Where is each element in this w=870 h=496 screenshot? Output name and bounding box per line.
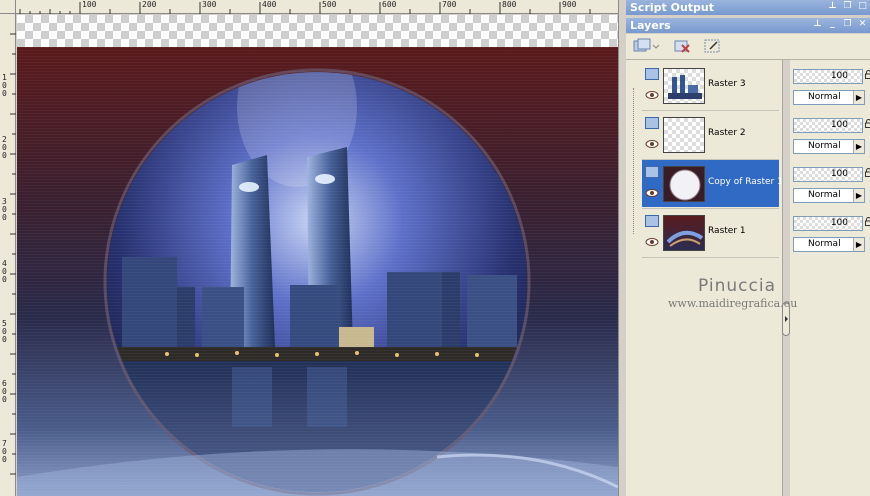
texture-overlay	[17, 47, 618, 496]
layer-name: Raster 2	[708, 128, 746, 138]
ruler-label: 300	[202, 0, 217, 9]
layers-titlebar[interactable]: Layers ⊥ _ ❐ ✕	[626, 18, 870, 33]
maximize-icon[interactable]: □	[857, 1, 868, 12]
watermark-author: Pinuccia	[698, 276, 776, 296]
blend-mode-select[interactable]: Normal ▶	[793, 139, 865, 154]
layer-name: Raster 3	[708, 79, 746, 89]
pin-icon[interactable]: ⊥	[812, 19, 823, 30]
layer-row-raster-3[interactable]: Raster 3	[642, 62, 779, 109]
restore-icon[interactable]: ❐	[842, 19, 853, 30]
layer-props-raster-1: 100 Normal ▶	[793, 209, 870, 256]
layer-type-icon	[645, 166, 659, 178]
ruler-label: 1 0 0	[2, 73, 7, 98]
layer-name: Copy of Raster 1	[708, 177, 783, 187]
ruler-label: 100	[82, 0, 97, 9]
layer-row-raster-2[interactable]: Raster 2	[642, 111, 779, 158]
artwork	[17, 47, 618, 496]
divider	[642, 257, 779, 258]
opacity-slider[interactable]: 100	[793, 167, 863, 182]
script-output-title: Script Output	[630, 1, 715, 14]
ruler-label: 6 0 0	[2, 379, 7, 404]
pin-icon[interactable]: ⊥	[827, 1, 838, 12]
layer-name: Raster 1	[708, 226, 746, 236]
paint-shop-pro-window: 100 200 300 400 500 600 700 800 900 1 0 …	[0, 0, 870, 496]
layer-thumbnail	[663, 117, 705, 153]
panel-divider[interactable]	[618, 0, 626, 496]
layer-row-raster-1[interactable]: Raster 1	[642, 209, 779, 256]
new-layer-icon[interactable]	[632, 37, 652, 55]
layer-thumbnail	[663, 215, 705, 251]
blend-mode-value: Normal	[808, 92, 841, 102]
lock-icon[interactable]	[865, 119, 870, 128]
delete-layer-icon[interactable]	[672, 37, 692, 55]
transparent-area	[17, 15, 618, 47]
horizontal-ruler: 100 200 300 400 500 600 700 800 900	[0, 0, 622, 14]
blend-mode-select[interactable]: Normal ▶	[793, 90, 865, 105]
layer-row-copy-of-raster-1[interactable]: Copy of Raster 1	[642, 160, 783, 207]
layer-props-raster-2: 100 Normal ▶	[793, 111, 870, 158]
script-output-titlebar[interactable]: Script Output ⊥ ❐ □	[626, 0, 870, 15]
layer-thumbnail	[663, 166, 705, 202]
ruler-label: 500	[322, 0, 337, 9]
layer-props-copy-of-raster-1: 100 Normal ▶	[793, 160, 870, 207]
image-canvas[interactable]	[17, 15, 618, 496]
layer-type-icon	[645, 68, 659, 80]
eye-icon[interactable]	[645, 139, 659, 149]
chevron-right-icon[interactable]: ▶	[853, 140, 864, 153]
lock-icon[interactable]	[865, 217, 870, 226]
layers-toolbar	[626, 34, 870, 60]
ruler-label: 2 0 0	[2, 135, 7, 160]
ruler-label: 3 0 0	[2, 197, 7, 222]
ruler-label: 4 0 0	[2, 259, 7, 284]
watermark-url: www.maidiregrafica.eu	[668, 297, 798, 310]
opacity-value: 100	[830, 71, 848, 81]
blend-mode-select[interactable]: Normal ▶	[793, 188, 865, 203]
opacity-value: 100	[830, 120, 848, 130]
ruler-label: 700	[442, 0, 457, 9]
ruler-label: 900	[562, 0, 577, 9]
layer-thumbnail	[663, 68, 705, 104]
ruler-label: 600	[382, 0, 397, 9]
blend-mode-value: Normal	[808, 239, 841, 249]
eye-icon[interactable]	[645, 237, 659, 247]
opacity-value: 100	[830, 218, 848, 228]
vertical-ruler: 1 0 0 2 0 0 3 0 0 4 0 0 5 0 0 6 0 0 7 0 …	[0, 14, 16, 496]
eye-icon[interactable]	[645, 188, 659, 198]
ruler-label: 5 0 0	[2, 319, 7, 344]
opacity-slider[interactable]: 100	[793, 69, 863, 84]
opacity-slider[interactable]: 100	[793, 118, 863, 133]
close-icon[interactable]: ✕	[857, 19, 868, 30]
chevron-right-icon[interactable]: ▶	[853, 238, 864, 251]
blend-mode-value: Normal	[808, 141, 841, 151]
minimize-icon[interactable]: _	[827, 19, 838, 30]
restore-icon[interactable]: ❐	[842, 1, 853, 12]
palette-splitter[interactable]	[782, 60, 790, 496]
lock-icon[interactable]	[865, 70, 870, 79]
layer-type-icon	[645, 117, 659, 129]
eye-icon[interactable]	[645, 90, 659, 100]
opacity-slider[interactable]: 100	[793, 216, 863, 231]
ruler-label: 200	[142, 0, 157, 9]
layer-props-raster-3: 100 Normal ▶	[793, 62, 870, 109]
blend-mode-value: Normal	[808, 190, 841, 200]
ruler-label: 400	[262, 0, 277, 9]
layer-group-connector	[633, 88, 634, 234]
chevron-right-icon[interactable]: ▶	[853, 91, 864, 104]
chevron-down-icon[interactable]	[652, 37, 660, 55]
opacity-value: 100	[830, 169, 848, 179]
chevron-right-icon[interactable]: ▶	[853, 189, 864, 202]
layer-properties-icon[interactable]	[702, 37, 722, 55]
blend-mode-select[interactable]: Normal ▶	[793, 237, 865, 252]
layers-title: Layers	[630, 19, 671, 32]
layer-type-icon	[645, 215, 659, 227]
lock-icon[interactable]	[865, 168, 870, 177]
ruler-label: 7 0 0	[2, 439, 7, 464]
ruler-label: 800	[502, 0, 517, 9]
ruler-corner	[0, 0, 16, 14]
